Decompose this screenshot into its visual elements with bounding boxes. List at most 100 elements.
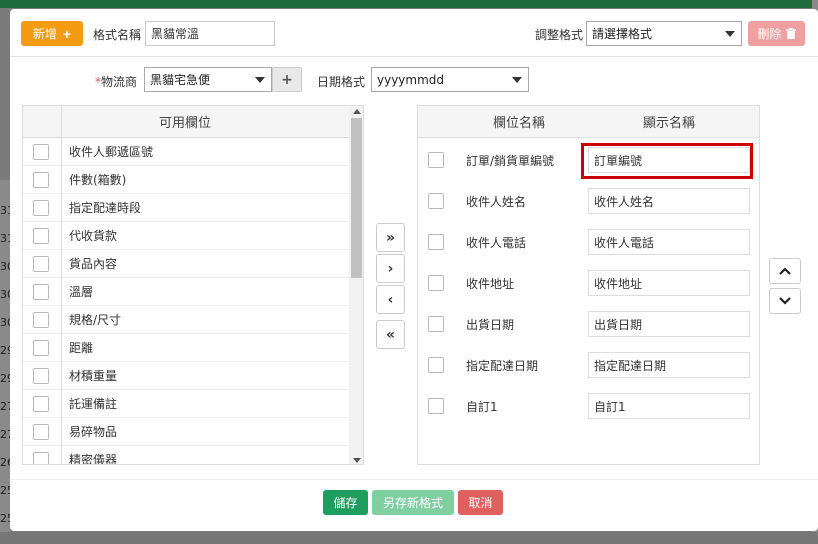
cancel-button[interactable]: 取消 bbox=[458, 490, 503, 515]
plus-icon: + bbox=[62, 25, 72, 42]
adjust-format-select[interactable]: 請選擇格式 bbox=[586, 21, 742, 46]
available-field-checkbox[interactable] bbox=[33, 312, 49, 328]
available-field-checkbox[interactable] bbox=[33, 424, 49, 440]
add-carrier-button[interactable]: + bbox=[272, 67, 302, 92]
move-up-button[interactable] bbox=[769, 258, 801, 284]
carrier-label: *物流商 bbox=[95, 73, 137, 90]
selected-field-row[interactable]: 指定配達日期 指定配達日期 bbox=[418, 345, 759, 386]
display-name-input[interactable]: 收件人電話 bbox=[588, 229, 750, 255]
available-field-row[interactable]: 代收貨款 bbox=[23, 222, 349, 250]
available-field-checkbox[interactable] bbox=[33, 368, 49, 384]
available-field-label: 材積重量 bbox=[69, 369, 118, 383]
adjust-format-value: 請選擇格式 bbox=[592, 27, 653, 41]
display-name-input[interactable]: 自訂1 bbox=[588, 393, 750, 419]
save-button[interactable]: 儲存 bbox=[323, 490, 368, 515]
available-field-row[interactable]: 貨品內容 bbox=[23, 250, 349, 278]
available-field-label: 收件人郵遞區號 bbox=[69, 145, 154, 159]
chevron-down-icon bbox=[512, 76, 522, 83]
available-field-checkbox[interactable] bbox=[33, 340, 49, 356]
carrier-select[interactable]: 黑貓宅急便 bbox=[144, 67, 272, 92]
chevron-down-icon bbox=[725, 30, 735, 37]
adjust-format-label: 調整格式 bbox=[535, 28, 584, 42]
available-field-row[interactable]: 收件人郵遞區號 bbox=[23, 138, 349, 166]
arrow-icon: « bbox=[385, 326, 396, 343]
delete-format-button[interactable]: 刪除 bbox=[748, 21, 805, 46]
scroll-thumb[interactable] bbox=[351, 118, 362, 278]
available-field-row[interactable]: 指定配達時段 bbox=[23, 194, 349, 222]
format-name-input[interactable]: 黑貓常溫 bbox=[145, 21, 275, 46]
background-top-bar bbox=[0, 0, 818, 8]
available-field-label: 精密儀器 bbox=[69, 453, 118, 465]
available-fields-header: 可用欄位 bbox=[23, 106, 349, 138]
display-name-column-header: 顯示名稱 bbox=[643, 116, 696, 131]
selected-field-row[interactable]: 收件人姓名 收件人姓名 bbox=[418, 181, 759, 222]
selected-field-name: 出貨日期 bbox=[466, 318, 515, 332]
scroll-down-icon[interactable] bbox=[353, 458, 361, 463]
available-field-label: 貨品內容 bbox=[69, 257, 118, 271]
move-right-button[interactable]: › bbox=[376, 254, 405, 283]
available-fields-panel: 可用欄位 收件人郵遞區號 件數(箱數) 指定配達時段 代收貨款貨品內容溫層 規格/尺寸距… bbox=[22, 105, 364, 465]
selected-field-row[interactable]: 出貨日期 出貨日期 bbox=[418, 304, 759, 345]
chevron-down-icon bbox=[779, 297, 791, 305]
save-as-new-format-button[interactable]: 另存新格式 bbox=[372, 490, 454, 515]
arrow-icon: » bbox=[385, 229, 396, 246]
plus-icon: + bbox=[281, 71, 293, 88]
available-field-row[interactable]: 規格/尺寸 bbox=[23, 306, 349, 334]
display-name-input[interactable]: 指定配達日期 bbox=[588, 352, 750, 378]
available-fields-title: 可用欄位 bbox=[159, 116, 212, 131]
move-all-right-button[interactable]: » bbox=[376, 223, 405, 252]
available-field-checkbox[interactable] bbox=[33, 284, 49, 300]
date-format-label: 日期格式 bbox=[317, 75, 366, 89]
header-divider bbox=[10, 56, 818, 57]
background-table-left: 31 31 30 30 30 29 29 27 27 26 25 25 bbox=[0, 180, 14, 544]
selected-field-row[interactable]: 收件地址 收件地址 bbox=[418, 263, 759, 304]
selected-field-name: 收件地址 bbox=[466, 277, 515, 291]
delete-label: 刪除 bbox=[757, 27, 782, 41]
selected-field-checkbox[interactable] bbox=[428, 234, 444, 250]
background-bottom-edge bbox=[0, 532, 818, 544]
field-name-column-header: 欄位名稱 bbox=[493, 116, 546, 131]
carrier-label-text: 物流商 bbox=[101, 75, 138, 89]
available-field-row[interactable]: 件數(箱數) bbox=[23, 166, 349, 194]
add-format-button[interactable]: 新增 + bbox=[21, 21, 83, 46]
display-name-input[interactable]: 收件地址 bbox=[588, 270, 750, 296]
available-field-row[interactable]: 溫層 bbox=[23, 278, 349, 306]
available-field-row[interactable]: 距離 bbox=[23, 334, 349, 362]
available-field-label: 件數(箱數) bbox=[69, 173, 127, 187]
move-down-button[interactable] bbox=[769, 288, 801, 314]
selected-field-checkbox[interactable] bbox=[428, 398, 444, 414]
scroll-up-icon[interactable] bbox=[353, 109, 361, 114]
selected-field-checkbox[interactable] bbox=[428, 316, 444, 332]
selected-field-checkbox[interactable] bbox=[428, 275, 444, 291]
trash-icon bbox=[785, 28, 796, 39]
date-format-select[interactable]: yyyymmdd bbox=[371, 67, 529, 92]
footer-divider bbox=[10, 479, 818, 480]
available-field-row[interactable]: 材積重量 bbox=[23, 362, 349, 390]
available-field-checkbox[interactable] bbox=[33, 200, 49, 216]
available-field-row[interactable]: 託運備註 bbox=[23, 390, 349, 418]
available-field-checkbox[interactable] bbox=[33, 172, 49, 188]
selected-field-checkbox[interactable] bbox=[428, 152, 444, 168]
available-field-checkbox[interactable] bbox=[33, 144, 49, 160]
selected-field-row[interactable]: 收件人電話 收件人電話 bbox=[418, 222, 759, 263]
selected-field-checkbox[interactable] bbox=[428, 193, 444, 209]
display-name-input[interactable]: 出貨日期 bbox=[588, 311, 750, 337]
move-all-left-button[interactable]: « bbox=[376, 320, 405, 349]
available-field-label: 託運備註 bbox=[69, 397, 118, 411]
active-input-highlight bbox=[581, 143, 753, 179]
chevron-up-icon bbox=[779, 267, 791, 275]
display-name-input[interactable]: 收件人姓名 bbox=[588, 188, 750, 214]
available-field-checkbox[interactable] bbox=[33, 396, 49, 412]
selected-field-name: 自訂1 bbox=[466, 400, 498, 414]
available-field-checkbox[interactable] bbox=[33, 256, 49, 272]
available-field-row[interactable]: 精密儀器 bbox=[23, 446, 349, 465]
move-left-button[interactable]: ‹ bbox=[376, 285, 405, 314]
selected-field-row[interactable]: 自訂1 自訂1 bbox=[418, 386, 759, 427]
selected-field-name: 收件人姓名 bbox=[466, 195, 527, 209]
available-field-row[interactable]: 易碎物品 bbox=[23, 418, 349, 446]
available-field-checkbox[interactable] bbox=[33, 452, 49, 464]
selected-field-checkbox[interactable] bbox=[428, 357, 444, 373]
selected-field-name: 收件人電話 bbox=[466, 236, 527, 250]
available-field-checkbox[interactable] bbox=[33, 228, 49, 244]
available-fields-scrollbar[interactable] bbox=[349, 106, 363, 464]
